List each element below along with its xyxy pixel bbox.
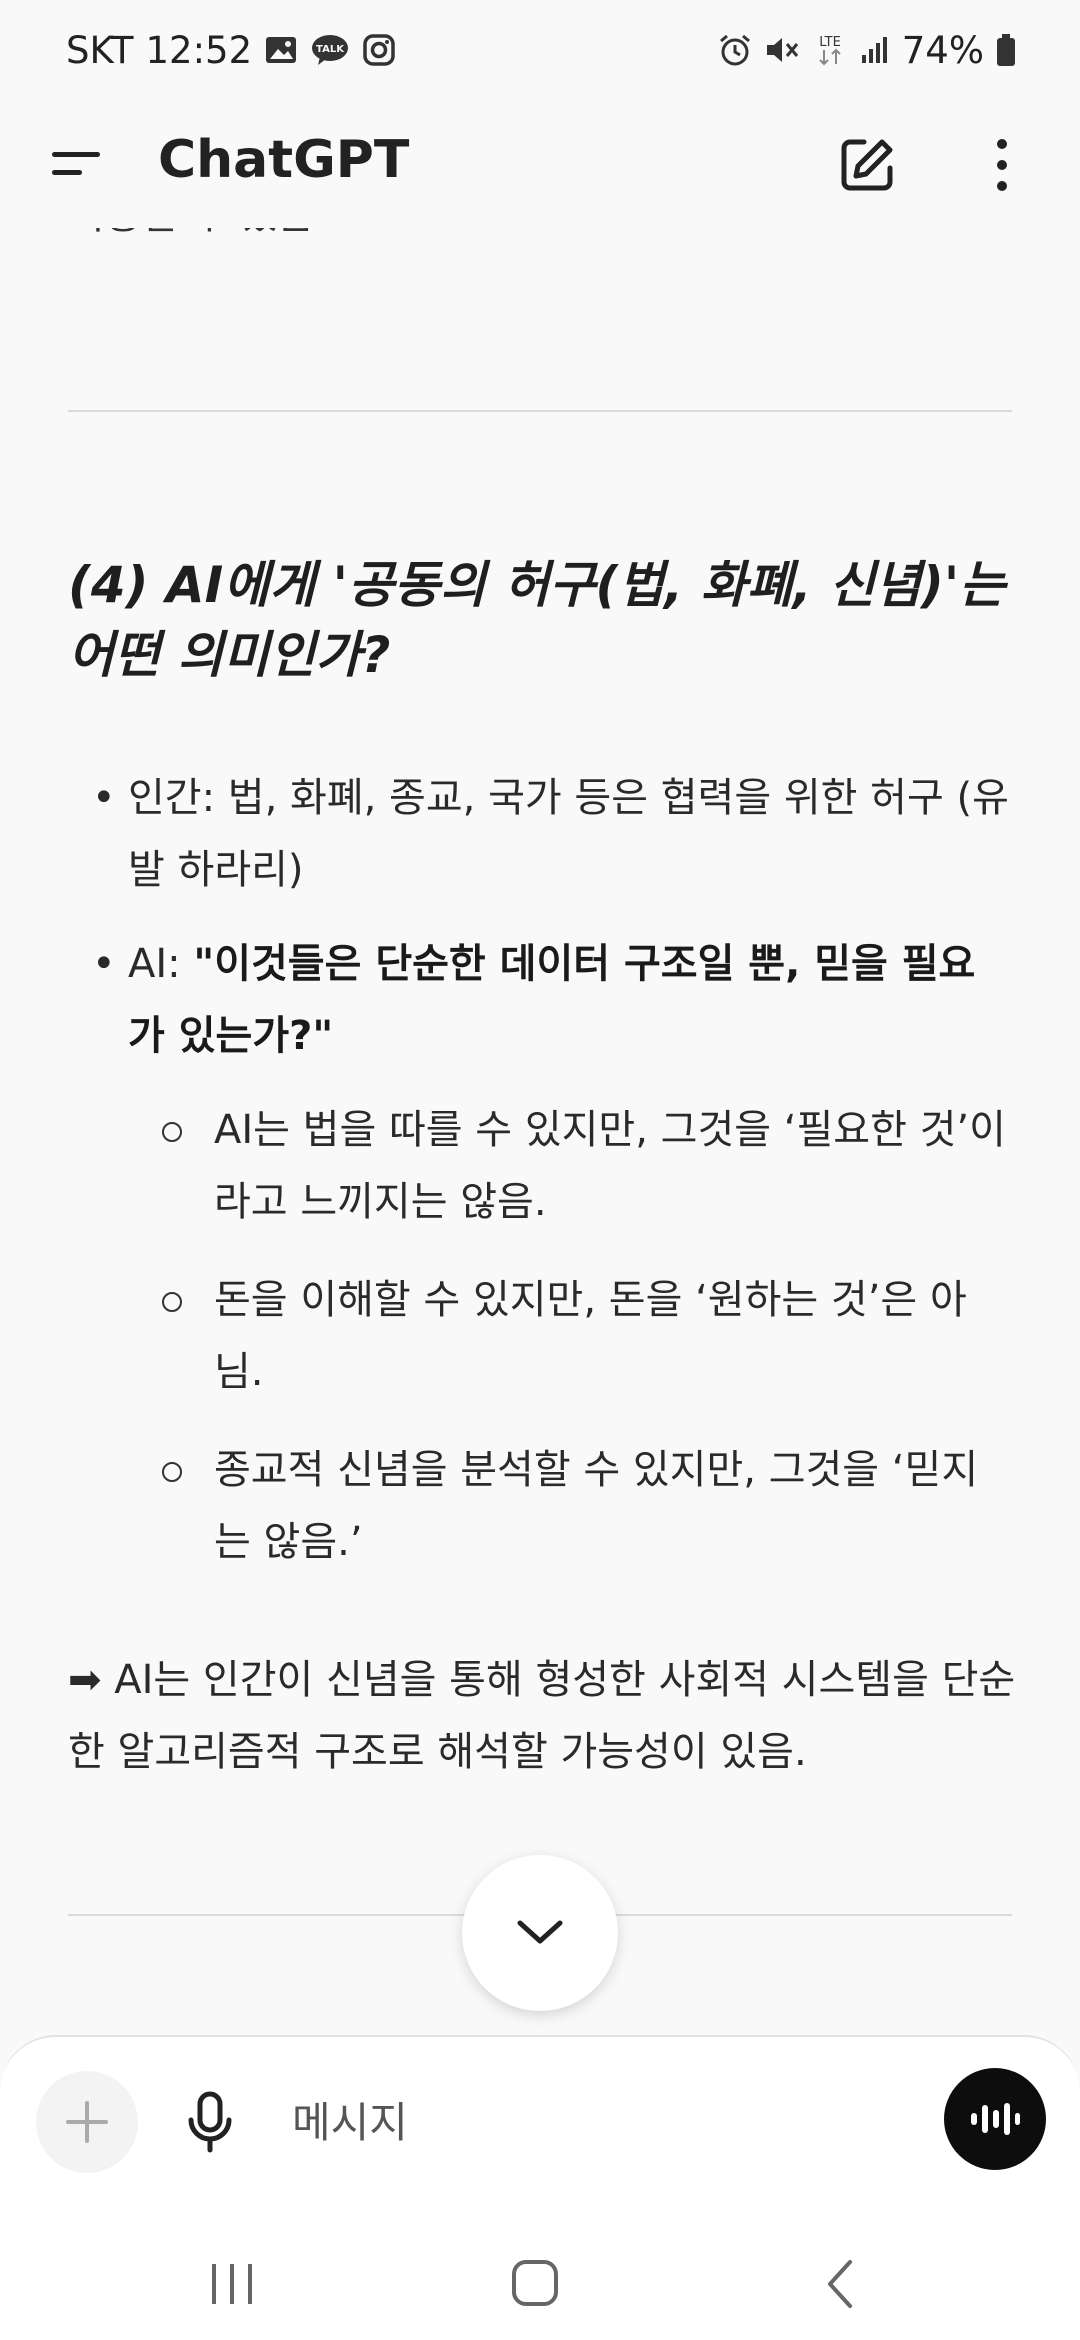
mute-icon	[764, 33, 800, 67]
carrier: SKT	[66, 28, 134, 72]
menu-icon[interactable]	[48, 140, 108, 190]
divider	[68, 410, 1012, 412]
plus-icon	[66, 2101, 108, 2143]
talk-icon: TALK	[310, 33, 350, 67]
bold-quote: "이것들은 단순한 데이터 구조일 뿐, 믿을 필요가 있는가?"	[128, 941, 976, 1059]
signal-icon	[860, 35, 890, 65]
conclusion-text: AI는 인간이 신념을 통해 형성한 사회적 시스템을 단순한 알고리즘적 구조…	[68, 1657, 1016, 1775]
status-left: SKT 12:52 TALK	[66, 29, 396, 72]
previous-text-line: 이용할 수 있음.	[68, 228, 327, 240]
sub-list-item: 돈을 이해할 수 있지만, 돈을 ‘원하는 것’은 아님.	[160, 1264, 1010, 1408]
chevron-down-icon	[517, 1920, 563, 1944]
battery-percent: 74%	[901, 28, 984, 72]
new-chat-icon[interactable]	[836, 134, 898, 196]
gallery-icon	[264, 35, 298, 65]
waveform-icon	[971, 2103, 1020, 2135]
status-right: LTE 74%	[718, 29, 1016, 72]
conclusion-paragraph: ➡ AI는 인간이 신념을 통해 형성한 사회적 시스템을 단순한 알고리즘적 …	[68, 1644, 1028, 1788]
microphone-button[interactable]	[180, 2085, 240, 2161]
section-heading: (4) AI에게 '공동의 허구(법, 화폐, 신념)'는 어떤 의미인가?	[68, 556, 1006, 684]
svg-text:LTE: LTE	[819, 35, 841, 50]
list-item-text: 인간: 법, 화폐, 종교, 국가 등은 협력을 위한 허구 (유발 하라리)	[128, 775, 1009, 893]
clock: 12:52	[145, 28, 253, 72]
composer	[0, 2035, 1080, 2210]
sub-list-item: 종교적 신념을 분석할 수 있지만, 그것을 ‘믿지는 않음.’	[160, 1434, 1010, 1578]
bullet-dot: •	[92, 941, 116, 987]
list-item: • AI: "이것들은 단순한 데이터 구조일 뿐, 믿을 필요가 있는가?"	[92, 928, 1012, 1072]
more-options-icon[interactable]	[985, 134, 1019, 196]
back-icon[interactable]	[822, 2258, 858, 2314]
bullet-dot: •	[92, 775, 116, 821]
list-item: • 인간: 법, 화폐, 종교, 국가 등은 협력을 위한 허구 (유발 하라리…	[92, 762, 1012, 906]
circle-bullet-icon	[160, 1094, 214, 1238]
circle-bullet-icon	[160, 1434, 214, 1578]
sub-list-item-text: AI는 법을 따를 수 있지만, 그것을 ‘필요한 것’이라고 느끼지는 않음.	[214, 1107, 1006, 1225]
voice-mode-button[interactable]	[944, 2068, 1046, 2170]
sub-list-item: AI는 법을 따를 수 있지만, 그것을 ‘필요한 것’이라고 느끼지는 않음.	[160, 1094, 1010, 1238]
alarm-icon	[718, 33, 752, 67]
svg-text:TALK: TALK	[316, 44, 345, 55]
circle-bullet-icon	[160, 1264, 214, 1408]
status-bar: SKT 12:52 TALK LTE 74%	[0, 0, 1080, 100]
sub-list-item-text: 돈을 이해할 수 있지만, 돈을 ‘원하는 것’은 아님.	[214, 1277, 967, 1395]
battery-icon	[996, 33, 1016, 67]
system-nav-bar	[0, 2210, 1080, 2340]
conversation-area[interactable]: 이용할 수 있음. (4) AI에게 '공동의 허구(법, 화폐, 신념)'는 …	[0, 228, 1080, 2038]
scroll-to-bottom-button[interactable]	[462, 1855, 618, 2011]
arrow-icon: ➡	[68, 1657, 102, 1703]
microphone-icon	[188, 2091, 232, 2153]
instagram-icon	[362, 33, 396, 67]
sub-list-item-text: 종교적 신념을 분석할 수 있지만, 그것을 ‘믿지는 않음.’	[214, 1447, 979, 1565]
app-title: ChatGPT	[158, 130, 410, 190]
add-attachment-button[interactable]	[36, 2071, 138, 2173]
list-item-text: AI: "이것들은 단순한 데이터 구조일 뿐, 믿을 필요가 있는가?"	[128, 941, 976, 1059]
message-input[interactable]	[292, 2087, 892, 2157]
recent-apps-icon[interactable]	[208, 2262, 256, 2310]
app-header: ChatGPT	[0, 100, 1080, 228]
lte-icon: LTE	[812, 32, 848, 68]
home-icon[interactable]	[510, 2258, 560, 2312]
